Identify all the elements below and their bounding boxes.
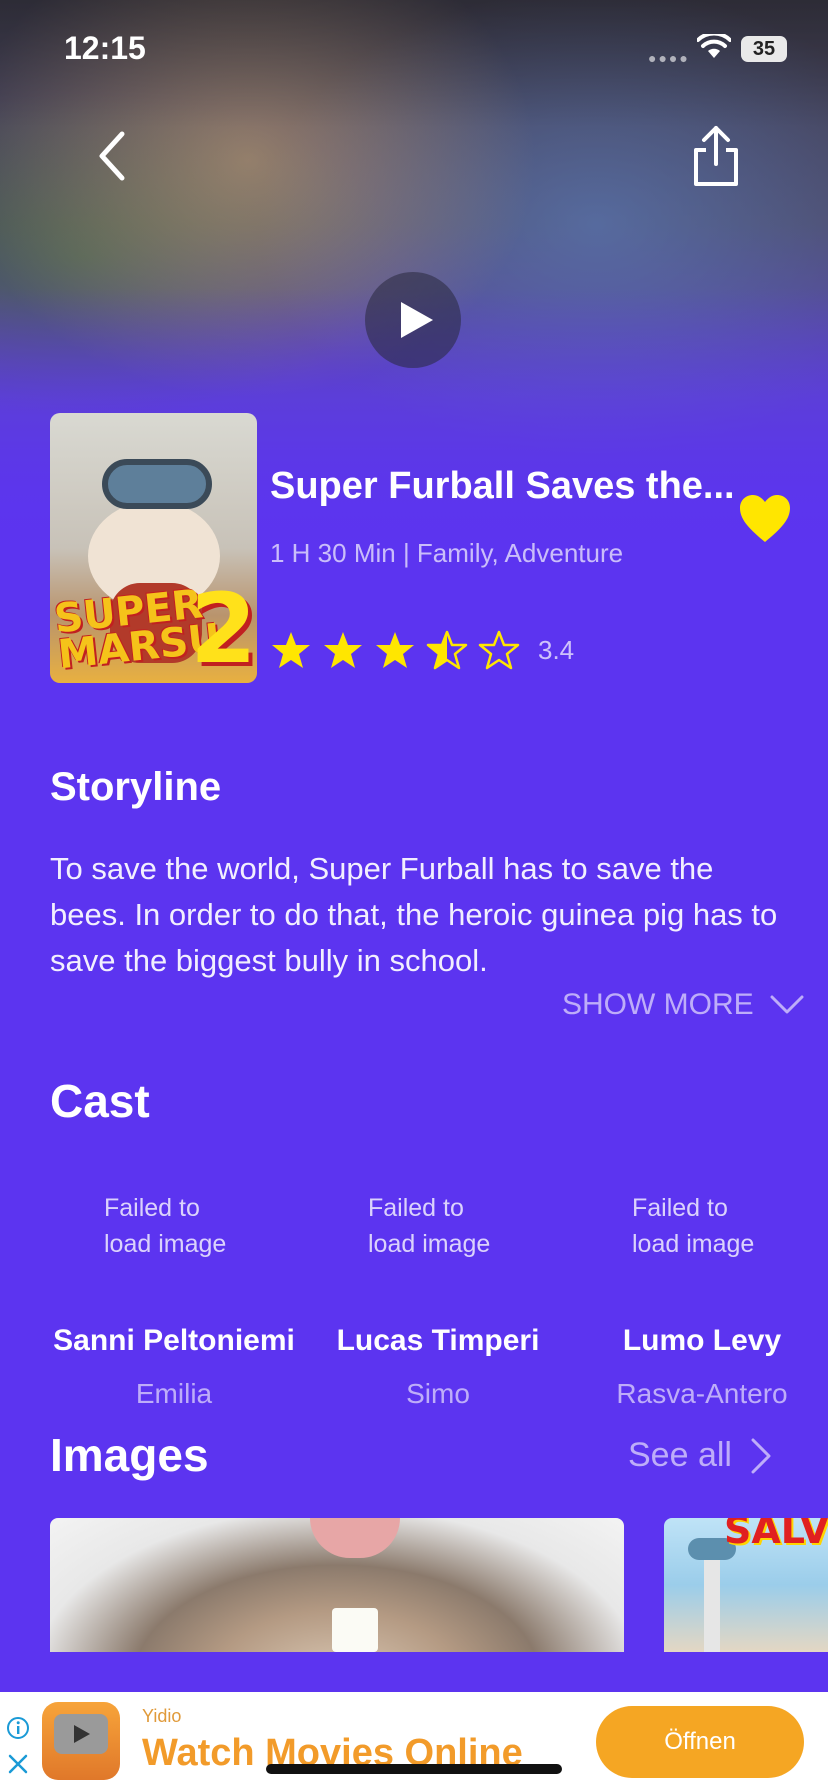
poster-goggles: [102, 459, 212, 509]
star-rating: 3.4: [268, 628, 574, 672]
see-all-images-button[interactable]: See all: [628, 1436, 772, 1475]
wifi-icon: [697, 34, 731, 58]
show-more-label: SHOW MORE: [562, 988, 754, 1021]
storyline-text: To save the world, Super Furball has to …: [50, 851, 778, 978]
share-button[interactable]: [690, 124, 742, 188]
status-time: 12:15: [64, 30, 146, 66]
images-heading: Images: [50, 1429, 209, 1481]
cast-member[interactable]: Failed to load image Sanni Peltoniemi Em…: [44, 1190, 304, 1410]
cast-name: Lucas Timperi: [336, 1324, 540, 1357]
gallery-image[interactable]: SALV: [664, 1518, 828, 1652]
cast-photo-placeholder: Failed to load image: [104, 1194, 227, 1258]
empty-star-icon: [478, 630, 520, 670]
star-icon: [272, 632, 310, 668]
half-star-icon: [426, 630, 468, 670]
star-icon: [376, 632, 414, 668]
star-icon: [324, 632, 362, 668]
cast-name: Lumo Levy: [622, 1324, 782, 1357]
show-more-button[interactable]: SHOW MORE: [562, 988, 804, 1022]
play-icon: [401, 302, 433, 338]
chevron-right-icon: [751, 1438, 771, 1473]
see-all-label: See all: [628, 1436, 732, 1474]
cast-heading: Cast: [50, 1075, 150, 1127]
cast-photo-placeholder: Failed to load image: [368, 1194, 491, 1258]
info-icon[interactable]: [6, 1716, 30, 1740]
share-icon: [694, 126, 738, 186]
movie-title: Super Furball Saves the...: [270, 465, 735, 507]
storyline-heading: Storyline: [50, 765, 222, 809]
gallery-image-detail: [332, 1608, 378, 1652]
gallery-image-detail: [704, 1548, 720, 1652]
back-button[interactable]: [90, 128, 134, 184]
cast-role: Simo: [406, 1378, 470, 1409]
heart-icon[interactable]: [738, 494, 792, 544]
cast-role: Emilia: [135, 1378, 213, 1409]
gallery-image-detail: [310, 1518, 400, 1558]
cast-photo-placeholder: Failed to load image: [632, 1194, 755, 1258]
cast-member[interactable]: Failed to load image Lumo Levy Rasva-Ant…: [572, 1190, 828, 1410]
poster-logo-number: 2: [190, 573, 257, 683]
battery-indicator: 35: [741, 36, 787, 62]
status-bar: 12:15 ●●●● 35: [0, 0, 828, 100]
play-trailer-button[interactable]: [365, 272, 461, 368]
gallery-image-logo: SALV: [724, 1518, 828, 1552]
home-indicator[interactable]: [266, 1764, 562, 1774]
rating-value: 3.4: [538, 634, 575, 665]
chevron-down-icon: [770, 995, 804, 1014]
play-icon: [74, 1725, 90, 1743]
ad-banner[interactable]: Yidio Watch Movies Online Öffnen: [0, 1692, 828, 1792]
back-icon: [99, 131, 125, 181]
movie-poster: SUPER MARSU 2: [50, 413, 257, 683]
cast-role: Rasva-Antero: [616, 1378, 788, 1409]
close-icon[interactable]: [6, 1752, 30, 1776]
ad-app-icon-screen: [54, 1714, 108, 1754]
movie-meta: 1 H 30 Min | Family, Adventure: [270, 538, 624, 568]
ad-app-icon: [42, 1702, 120, 1780]
gallery-image[interactable]: [50, 1518, 624, 1652]
ad-open-button[interactable]: Öffnen: [596, 1706, 804, 1778]
cellular-signal-icon: ●●●●: [648, 50, 690, 66]
ad-sponsor: Yidio: [142, 1706, 182, 1726]
cast-name: Sanni Peltoniemi: [53, 1324, 295, 1357]
cast-member[interactable]: Failed to load image Lucas Timperi Simo: [308, 1190, 568, 1410]
